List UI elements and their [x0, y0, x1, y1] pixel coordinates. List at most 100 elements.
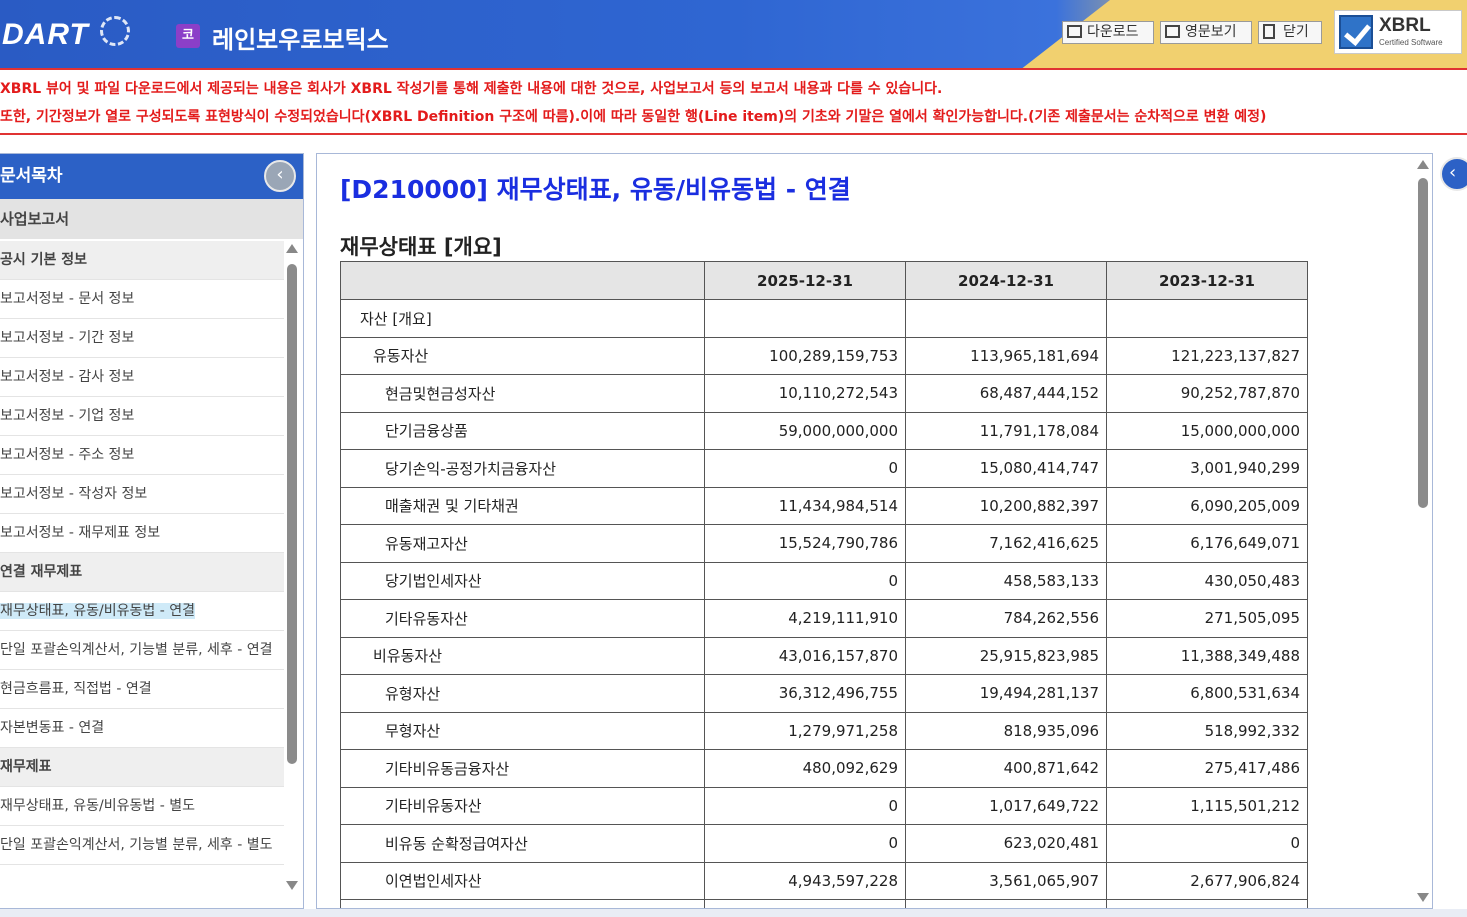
row-value: 15,000,000,000 [1106, 411, 1308, 450]
scroll-thumb[interactable] [1418, 178, 1428, 508]
toc-item[interactable]: 보고서정보 - 재무제표 정보 [0, 514, 284, 553]
toc-item[interactable]: 보고서정보 - 문서 정보 [0, 280, 284, 319]
report-name[interactable]: 사업보고서 [0, 199, 303, 239]
toc-item-label: 자본변동표 - 연결 [0, 720, 105, 736]
scroll-down-icon[interactable] [286, 881, 298, 890]
row-value: 0 [704, 786, 906, 825]
row-value: 113,965,181,694 [905, 336, 1107, 375]
scroll-down-icon[interactable] [1417, 893, 1429, 902]
corp-name: 레인보우로보틱스 [212, 26, 389, 54]
row-value: 818,935,096 [905, 711, 1107, 750]
table-row: 유동자산 100,289,159,753 113,965,181,694 121,22… [340, 336, 1308, 375]
row-value: 0 [704, 824, 906, 863]
xbrl-title: XBRL [1379, 15, 1431, 36]
row-value: 430,050,483 [1106, 561, 1308, 600]
english-view-button[interactable]: 영문보기 [1160, 21, 1252, 44]
content-scrollbar[interactable] [1416, 160, 1430, 906]
table-row: 기타유동자산 4,219,111,910 784,262,556 271,505,09… [340, 599, 1308, 638]
xbrl-subtitle: Certified Software [1379, 38, 1443, 47]
notice-line-2: 또한, 기간정보가 열로 구성되도록 표현방식이 수정되었습니다(XBRL De… [0, 109, 1267, 125]
row-value: 458,583,133 [905, 561, 1107, 600]
row-value: 25,915,823,985 [905, 636, 1107, 675]
table-row: 당기법인세자산 0 458,583,133 430,050,483 [340, 561, 1308, 600]
toc-group[interactable]: 공시 기본 정보 [0, 241, 284, 280]
row-label: 비유동자산 [340, 636, 705, 675]
toc-item-label: 단일 포괄손익계산서, 기능별 분류, 세후 - 별도 [0, 837, 273, 853]
row-value: 3,001,940,299 [1106, 449, 1308, 488]
row-value: 480,092,629 [704, 749, 906, 788]
collapse-sidebar-icon[interactable]: ‹ [264, 160, 296, 192]
toc-item[interactable]: 보고서정보 - 주소 정보 [0, 436, 284, 475]
scroll-thumb[interactable] [287, 264, 297, 764]
toc-item[interactable]: 현금흐름표, 직접법 - 연결 [0, 670, 284, 709]
row-value: 1,017,649,722 [905, 786, 1107, 825]
row-value: 11,434,984,514 [704, 486, 906, 525]
row-value: 7,162,416,625 [905, 524, 1107, 563]
table-row: 무형자산 1,279,971,258 818,935,096 518,992,332 [340, 711, 1308, 750]
download-button[interactable]: 다운로드 [1062, 21, 1154, 44]
toc-item[interactable]: 재무상태표, 유동/비유동법 - 별도 [0, 787, 284, 826]
table-row: 매출채권 및 기타채권 11,434,984,514 10,200,882,397 6… [340, 486, 1308, 525]
row-value: 4,219,111,910 [704, 599, 906, 638]
row-value: 11,388,349,488 [1106, 636, 1308, 675]
toc-item-label: 보고서정보 - 감사 정보 [0, 369, 135, 385]
row-value: 15,080,414,747 [905, 449, 1107, 488]
row-label: 유동자산 [340, 336, 705, 375]
toc-item[interactable]: 보고서정보 - 기간 정보 [0, 319, 284, 358]
toc-item[interactable]: 자본변동표 - 연결 [0, 709, 284, 748]
row-label: 기타유동자산 [340, 599, 705, 638]
scroll-up-icon[interactable] [286, 244, 298, 253]
row-value: 271,505,095 [1106, 599, 1308, 638]
row-value: 100,289,159,753 [704, 336, 906, 375]
monitor-icon [1067, 25, 1082, 38]
toc-group[interactable]: 재무제표 [0, 748, 284, 787]
dart-logo[interactable]: DART [2, 18, 89, 52]
row-value: 0 [1106, 824, 1308, 863]
dart-logo-star-icon [100, 16, 130, 46]
table-row: 당기손익-공정가치금융자산 0 15,080,414,747 3,001,940,29… [340, 449, 1308, 488]
toc-group[interactable]: 연결 재무제표 [0, 553, 284, 592]
toc-item[interactable]: 보고서정보 - 기업 정보 [0, 397, 284, 436]
table-row: 자산 [개요] [340, 299, 1308, 338]
toc-item[interactable]: 단일 포괄손익계산서, 기능별 분류, 세후 - 별도 [0, 826, 284, 865]
notice-bar: XBRL 뷰어 및 파일 다운로드에서 제공되는 내용은 회사가 XBRL 작성… [0, 68, 1467, 135]
scroll-up-icon[interactable] [1417, 160, 1429, 169]
table-row: 현금및현금성자산 10,110,272,543 68,487,444,152 90,2… [340, 374, 1308, 413]
sidebar-scrollbar[interactable] [285, 244, 299, 896]
row-value: 4,943,597,228 [704, 861, 906, 900]
expand-panel-icon[interactable]: ‹ [1440, 157, 1467, 191]
notice-line-1: XBRL 뷰어 및 파일 다운로드에서 제공되는 내용은 회사가 XBRL 작성… [0, 81, 943, 97]
document-icon [1263, 24, 1275, 39]
close-button[interactable]: 닫기 [1258, 21, 1322, 44]
row-value: 0 [704, 561, 906, 600]
row-label: 무형자산 [340, 711, 705, 750]
table-of-contents-sidebar: 문서목차 ‹ 사업보고서 공시 기본 정보보고서정보 - 문서 정보보고서정보 … [0, 153, 304, 909]
section-title: 재무상태표 [개요] [340, 235, 502, 259]
document-view: [D210000] 재무상태표, 유동/비유동법 - 연결 재무상태표 [개요]… [316, 153, 1433, 909]
row-value: 275,417,486 [1106, 749, 1308, 788]
toc-item-label: 단일 포괄손익계산서, 기능별 분류, 세후 - 연결 [0, 642, 273, 658]
row-label: 유형자산 [340, 674, 705, 713]
toc-item-label: 재무상태표, 유동/비유동법 - 연결 [0, 603, 196, 619]
row-value: 2,677,906,824 [1106, 861, 1308, 900]
toc-item[interactable]: 보고서정보 - 작성자 정보 [0, 475, 284, 514]
row-value: 90,252,787,870 [1106, 374, 1308, 413]
top-header: DART 코 레인보우로보틱스 다운로드 영문보기 닫기 XBRL Certif… [0, 0, 1467, 70]
row-value: 1,279,971,258 [704, 711, 906, 750]
sidebar-title: 문서목차 [0, 154, 303, 199]
row-label: 당기법인세자산 [340, 561, 705, 600]
row-value: 10,110,272,543 [704, 374, 906, 413]
checkmark-icon [1339, 15, 1373, 49]
toc-item[interactable]: 재무상태표, 유동/비유동법 - 연결 [0, 592, 284, 631]
corp-type-badge: 코 [176, 24, 200, 48]
toc-item-label: 보고서정보 - 재무제표 정보 [0, 525, 161, 541]
col-header-label [340, 261, 705, 300]
row-label: 자산 [개요] [340, 299, 705, 338]
row-label: 기타비유동자산 [340, 786, 705, 825]
table-row: 유형자산 36,312,496,755 19,494,281,137 6,800,53… [340, 674, 1308, 713]
toc-item[interactable]: 보고서정보 - 감사 정보 [0, 358, 284, 397]
toc-item[interactable]: 단일 포괄손익계산서, 기능별 분류, 세후 - 연결 [0, 631, 284, 670]
toc-item-label: 보고서정보 - 문서 정보 [0, 291, 135, 307]
toc-item-label: 보고서정보 - 기업 정보 [0, 408, 135, 424]
toc-list: 공시 기본 정보보고서정보 - 문서 정보보고서정보 - 기간 정보보고서정보 … [0, 241, 284, 865]
